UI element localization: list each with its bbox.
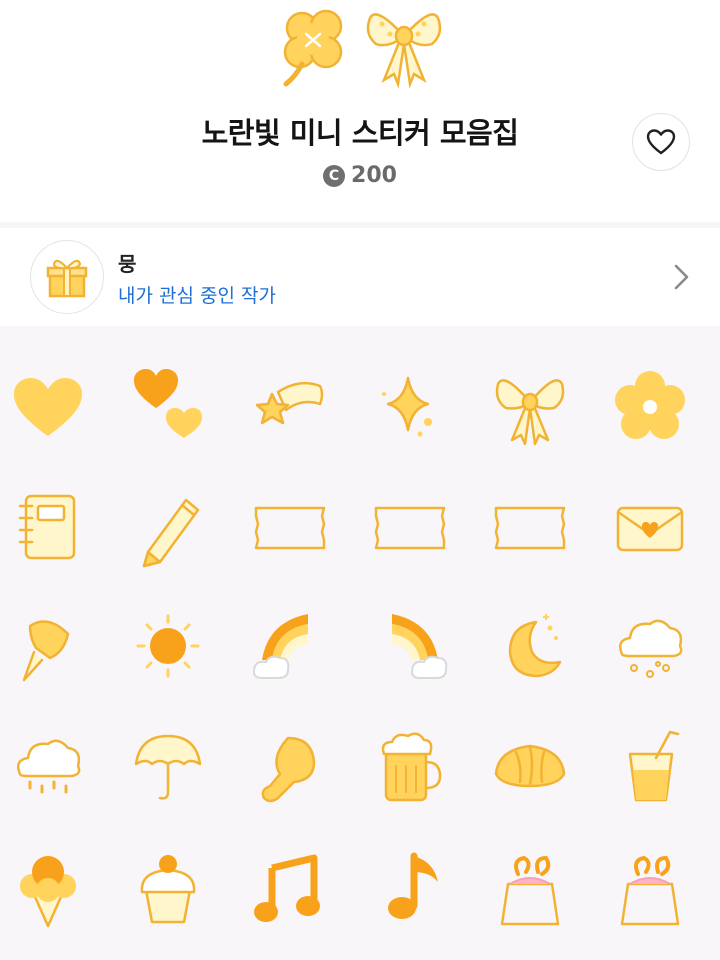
heart-icon <box>14 378 82 436</box>
product-title: 노란빛 미니 스티커 모음집 <box>201 116 519 150</box>
heart-outline-icon <box>646 129 676 155</box>
cupcake-icon <box>140 855 196 924</box>
sticker-grid <box>0 326 720 960</box>
sticker-ice-cream[interactable] <box>0 836 98 936</box>
sticker-gingham-tape[interactable] <box>480 476 580 576</box>
candy-bag-icon <box>500 855 560 926</box>
sticker-shooting-star[interactable] <box>240 356 340 456</box>
sticker-pencil[interactable] <box>118 476 218 576</box>
moon-icon <box>508 614 562 678</box>
sticker-push-pin[interactable] <box>0 596 98 696</box>
sticker-sun[interactable] <box>118 596 218 696</box>
candy-bag-icon <box>620 855 680 926</box>
sticker-flower[interactable] <box>600 356 700 456</box>
sticker-beer-mug[interactable] <box>360 716 460 816</box>
sticker-moon[interactable] <box>480 596 580 696</box>
rainbow-left-icon <box>252 614 308 679</box>
sticker-umbrella[interactable] <box>118 716 218 816</box>
sticker-rainbow-right[interactable] <box>360 596 460 696</box>
juice-cup-icon <box>628 730 680 802</box>
sticker-rainbow-left[interactable] <box>240 596 340 696</box>
sticker-sparkle[interactable] <box>360 356 460 456</box>
pencil-icon <box>142 498 200 568</box>
sticker-juice-cup[interactable] <box>600 716 700 816</box>
price-tag: C 200 <box>0 163 720 188</box>
rain-cloud-icon <box>17 739 81 794</box>
sticker-heart[interactable] <box>0 356 98 456</box>
price-value: 200 <box>351 163 397 188</box>
sticker-envelope[interactable] <box>600 476 700 576</box>
push-pin-icon <box>22 620 70 682</box>
beamed-notes-icon <box>254 854 320 922</box>
snow-cloud-icon <box>619 619 683 678</box>
gingham-tape-icon <box>374 506 446 550</box>
coin-icon: C <box>323 164 346 187</box>
envelope-icon <box>616 506 684 552</box>
bow-icon <box>495 379 565 446</box>
flower-icon <box>615 371 685 439</box>
product-hero-image <box>283 9 442 89</box>
sticker-bow[interactable] <box>480 356 580 456</box>
clover-icon <box>283 9 343 87</box>
croissant-icon <box>494 744 566 788</box>
sticker-croissant[interactable] <box>480 716 580 816</box>
sticker-eighth-note[interactable] <box>360 836 460 936</box>
beer-mug-icon <box>381 732 442 802</box>
gingham-tape-icon <box>254 506 326 550</box>
gingham-tape-icon <box>494 506 566 550</box>
sticker-notebook[interactable] <box>0 476 98 576</box>
author-subtitle[interactable]: 내가 관심 중인 작가 <box>118 281 276 308</box>
sticker-two-hearts[interactable] <box>118 356 218 456</box>
rainbow-right-icon <box>392 614 448 679</box>
sticker-gingham-tape[interactable] <box>240 476 340 576</box>
sticker-beamed-notes[interactable] <box>240 836 340 936</box>
sparkle-icon <box>382 376 432 437</box>
ice-cream-icon <box>20 856 76 928</box>
author-row[interactable]: 뭉 내가 관심 중인 작가 <box>0 228 720 326</box>
chevron-right-icon[interactable] <box>668 262 694 292</box>
two-hearts-icon <box>134 369 202 438</box>
shooting-star-icon <box>255 381 324 425</box>
product-header: 노란빛 미니 스티커 모음집 C 200 <box>0 0 720 222</box>
notebook-icon <box>18 494 76 560</box>
sticker-rain-cloud[interactable] <box>0 716 98 816</box>
sticker-chicken-leg[interactable] <box>240 716 340 816</box>
sticker-gingham-tape[interactable] <box>360 476 460 576</box>
chicken-leg-icon <box>261 736 316 803</box>
sticker-candy-bag[interactable] <box>600 836 700 936</box>
like-button[interactable] <box>632 113 690 171</box>
sticker-snow-cloud[interactable] <box>600 596 700 696</box>
eighth-note-icon <box>388 852 438 919</box>
sticker-candy-bag[interactable] <box>480 836 580 936</box>
gift-box-icon <box>46 259 88 298</box>
sun-icon <box>136 614 200 678</box>
bow-icon <box>366 13 442 89</box>
author-name: 뭉 <box>118 252 137 276</box>
sticker-cupcake[interactable] <box>118 836 218 936</box>
author-avatar <box>30 240 104 314</box>
umbrella-icon <box>134 734 202 800</box>
